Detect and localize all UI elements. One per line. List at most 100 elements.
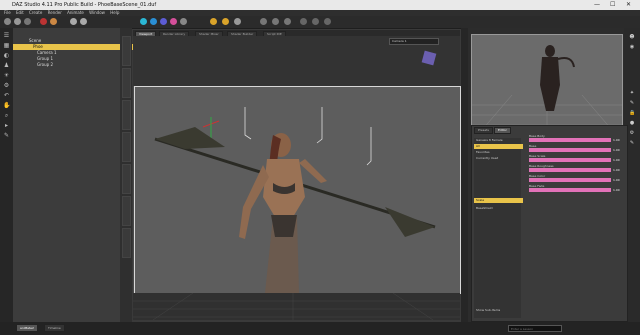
joint-editor-icon[interactable] [300,18,307,25]
prop-base-fade[interactable]: Base Fade 1.00 [529,185,621,193]
select-icon[interactable]: ▸ [3,122,10,129]
new-icon[interactable] [4,18,11,25]
menu-edit[interactable]: Edit [16,10,24,15]
material-favorites[interactable]: Favorites [474,150,523,155]
side-tab-6[interactable] [122,196,131,226]
lights-icon[interactable]: ☀ [3,72,10,79]
tab-animate2[interactable]: aniMate2 [16,324,38,332]
viewport-floor-area [133,292,460,321]
scene-panel-toolbar [13,31,120,37]
aux-figure-head [545,45,555,57]
material-currently-used[interactable]: Currently Used [474,156,523,161]
minimize-button[interactable]: — [594,1,600,8]
scale-icon[interactable] [284,18,291,25]
render-settings-icon[interactable]: ⚙ [3,82,10,89]
menu-animate[interactable]: Animate [67,10,84,15]
save-icon[interactable] [24,18,31,25]
posing-icon[interactable]: ♟ [3,62,10,69]
view-cube-icon[interactable] [421,50,437,66]
left-tool-strip: ☰ ▦ ◐ ♟ ☀ ⚙ ↶ ✋ ⌕ ▸ ✎ [0,28,13,328]
lesson-search-input[interactable] [508,325,562,332]
side-tab-4[interactable] [122,132,131,162]
aux-viewport[interactable] [471,34,623,131]
render-icon[interactable] [40,18,47,25]
slider-bar[interactable] [529,168,611,172]
light-icon[interactable] [210,18,217,25]
slider-bar[interactable] [529,148,611,152]
sphere-pink-icon[interactable] [170,18,177,25]
side-tab-1[interactable] [122,36,131,66]
material-baseshield[interactable]: BaseShield [474,206,523,211]
material-all[interactable]: All [474,144,523,149]
side-tab-2[interactable] [122,68,131,98]
menu-create[interactable]: Create [29,10,42,15]
side-tab-7[interactable] [122,228,131,258]
spear-blade-right [385,207,435,237]
slider-bar[interactable] [529,138,611,142]
slider-bar[interactable] [529,188,611,192]
camera-icon[interactable] [234,18,241,25]
property-list: Base Body 1.00 Base 1.00 Base Scale 1.00… [523,131,625,319]
show-sub-items[interactable]: Show Sub-Items [474,308,523,313]
spot-light-icon[interactable] [222,18,229,25]
guide-line-2 [316,107,323,144]
prop-base[interactable]: Base 1.00 [529,145,621,153]
tool-icon[interactable] [180,18,187,25]
gear-icon[interactable]: ⚙ [629,130,635,136]
lock-icon[interactable]: 🔒 [629,110,635,116]
slider-bar[interactable] [529,178,611,182]
surface-selection-icon[interactable] [324,18,331,25]
move-icon[interactable] [260,18,267,25]
material-list: Genesis 8 Female All Favorites Currently… [474,138,523,318]
menu-file[interactable]: File [4,10,11,15]
side-tabs [120,28,132,328]
side-tab-5[interactable] [122,164,131,194]
tools-icon[interactable]: ✎ [3,132,10,139]
tab-editor[interactable]: Editor [494,127,511,134]
menu-help[interactable]: Help [110,10,119,15]
aux-figure-blade [557,57,575,68]
title-bar: DAZ Studio 4.11 Pro Public Build - PhoeB… [0,0,640,10]
camera-tool-icon[interactable]: ◉ [629,44,635,50]
prop-base-color[interactable]: Base Color 1.00 [529,175,621,183]
render-settings-icon[interactable] [50,18,57,25]
sphere-purple-icon[interactable] [160,18,167,25]
undo-icon[interactable] [70,18,77,25]
undo-tool-icon[interactable]: ↶ [3,92,10,99]
sphere-icon[interactable] [140,18,147,25]
node-weight-icon[interactable] [312,18,319,25]
guide-line-1 [244,107,252,140]
maximize-button[interactable]: ☐ [610,1,615,8]
hand-icon[interactable]: ✋ [3,102,10,109]
tool-icon-2[interactable]: ✎ [629,140,635,146]
zoom-icon[interactable]: ⌕ [3,112,10,119]
sphere-blue-icon[interactable] [150,18,157,25]
main-viewport[interactable]: Viewport Render Library Shader Mixer Sha… [133,30,461,321]
render-icon[interactable]: ✦ [629,90,635,96]
open-icon[interactable] [14,18,21,25]
pose-icon[interactable]: ☻ [629,34,635,40]
tab-timeline[interactable]: Timeline [44,324,65,332]
close-button[interactable]: ✕ [626,1,631,8]
material-scale[interactable]: Scale [474,198,523,203]
viewport-render-frame[interactable] [134,86,461,294]
prop-base-body[interactable]: Base Body 1.00 [529,135,621,143]
redo-icon[interactable] [80,18,87,25]
shaping-icon[interactable]: ◐ [3,52,10,59]
camera-select[interactable]: Camera 1 [389,38,439,45]
scene-tab-icon[interactable]: ☰ [3,32,10,39]
aux-render [472,45,622,131]
figure-render [154,107,436,293]
content-icon[interactable]: ▦ [3,42,10,49]
side-tab-3[interactable] [122,100,131,130]
slider-bar[interactable] [529,158,611,162]
brush-icon[interactable]: ✎ [629,100,635,106]
prop-base-scale[interactable]: Base Scale 1.00 [529,155,621,163]
prop-base-roughness[interactable]: Base Roughness 1.00 [529,165,621,173]
menu-render[interactable]: Render [48,10,62,15]
rotate-icon[interactable] [272,18,279,25]
menu-window[interactable]: Window [89,10,105,15]
tab-presets[interactable]: Presets [474,127,493,134]
material-genesis[interactable]: Genesis 8 Female [474,138,523,143]
sphere-tool-icon[interactable]: ● [629,120,635,126]
